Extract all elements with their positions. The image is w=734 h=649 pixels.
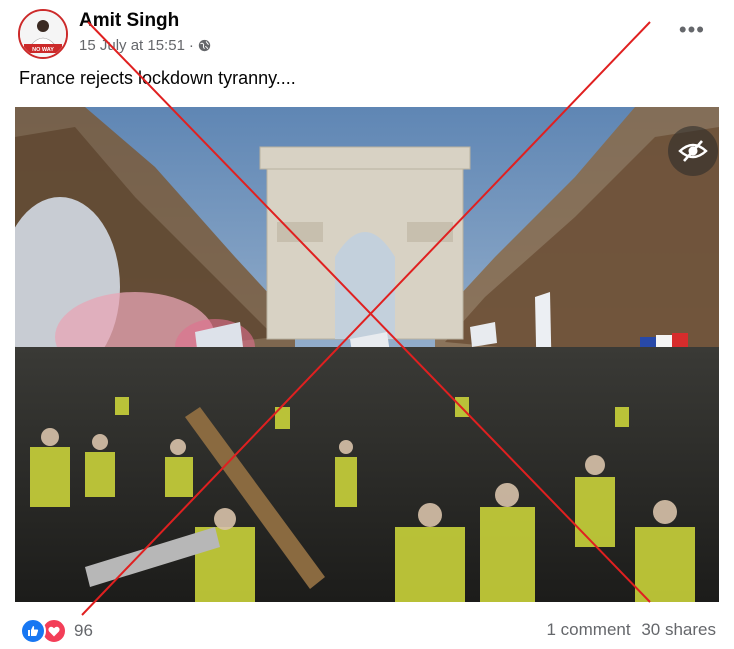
author-avatar[interactable]: NO WAY <box>18 9 68 59</box>
engagement-stats: 1 comment 30 shares <box>541 620 717 640</box>
globe-icon <box>198 39 211 52</box>
like-icon <box>20 618 46 644</box>
post-meta: 15 July at 15:51 · <box>79 37 211 54</box>
post-footer: 96 1 comment 30 shares <box>0 612 734 649</box>
comments-link[interactable]: 1 comment <box>547 620 631 639</box>
avatar-badge-text: NO WAY <box>32 47 54 53</box>
avatar-image: NO WAY <box>20 11 66 57</box>
sep-dot: · <box>188 37 194 54</box>
eye-slash-icon <box>678 140 708 162</box>
reaction-summary[interactable]: 96 <box>20 618 93 644</box>
hide-image-button[interactable] <box>668 126 718 176</box>
shares-link[interactable]: 30 shares <box>641 620 716 639</box>
post-author-name[interactable]: Amit Singh <box>79 10 179 32</box>
post-photo[interactable] <box>15 107 719 602</box>
post-text: France rejects lockdown tyranny.... <box>19 68 296 88</box>
more-options-icon[interactable]: ••• <box>679 19 705 41</box>
post-timestamp[interactable]: 15 July at 15:51 <box>79 37 185 54</box>
reaction-count: 96 <box>74 621 93 640</box>
protest-photo-illustration <box>15 107 719 602</box>
